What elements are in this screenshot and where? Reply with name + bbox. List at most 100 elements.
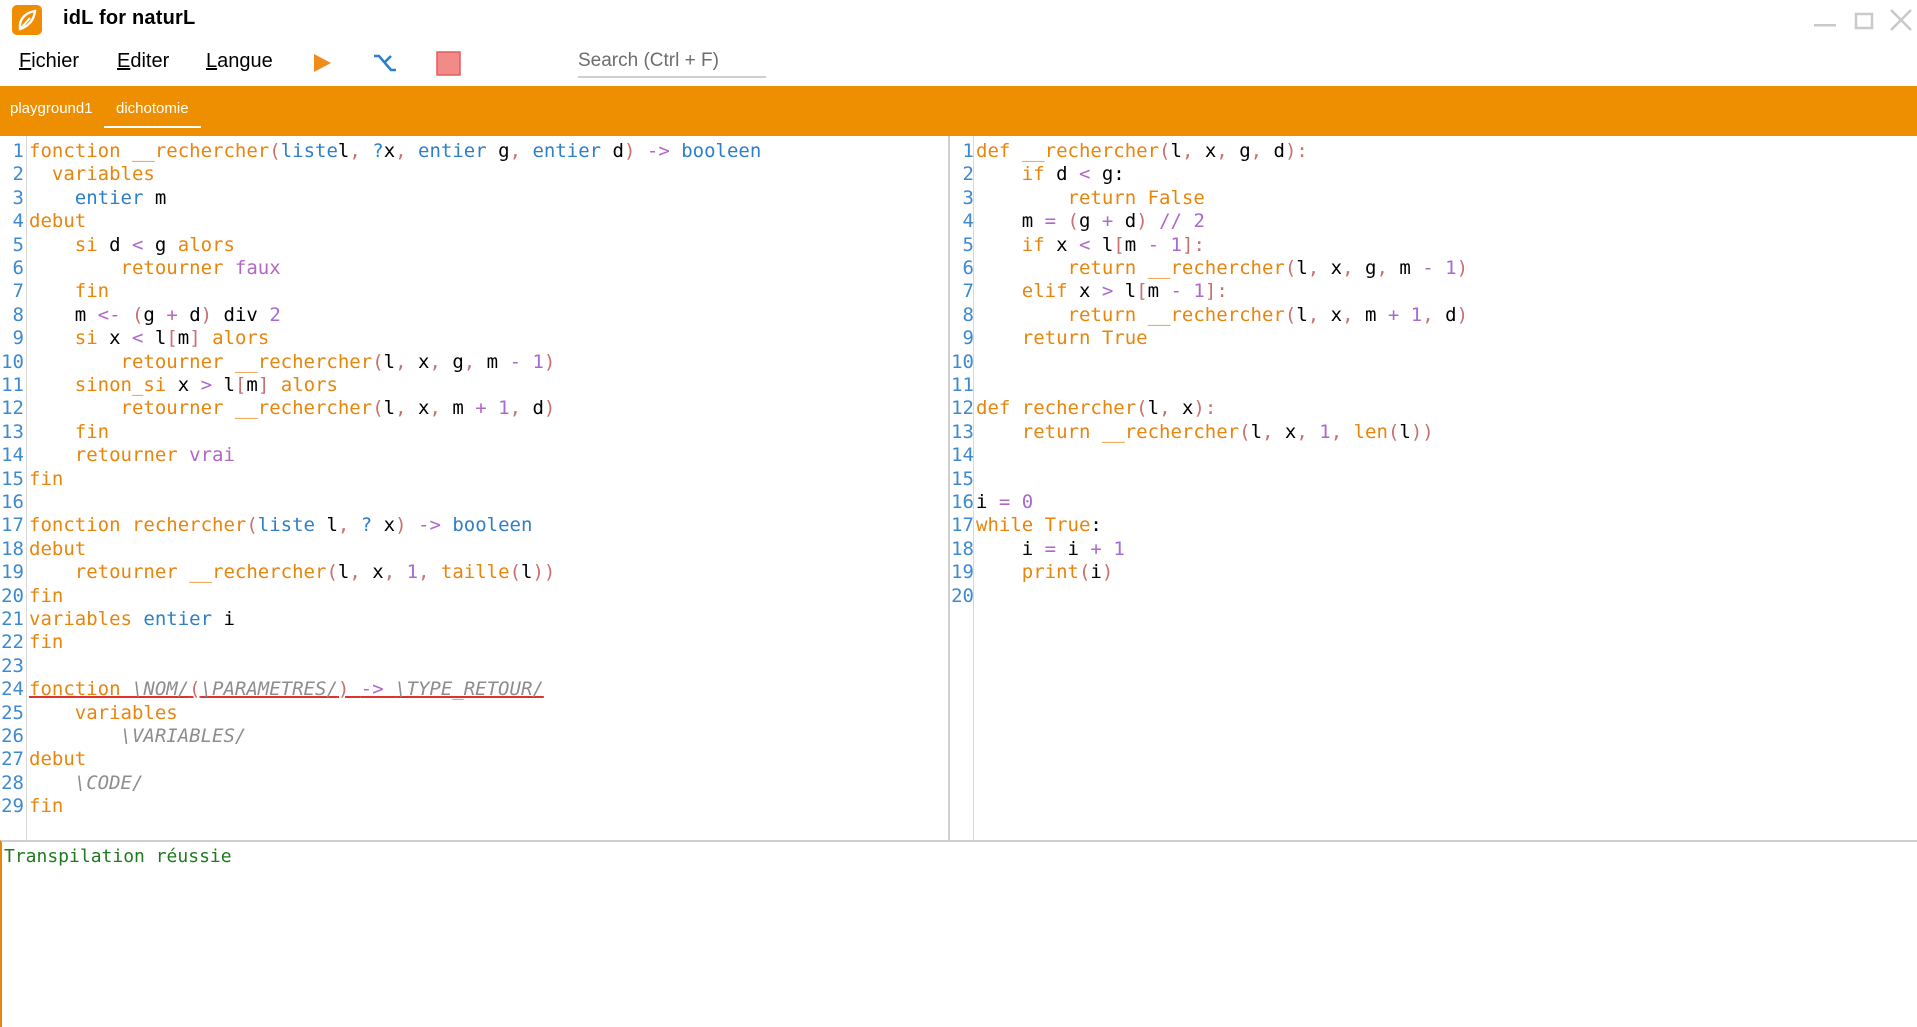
search-input[interactable] (578, 46, 766, 78)
code-token: l (383, 397, 396, 420)
line-number: 15 (951, 467, 974, 490)
code-token: < (1078, 233, 1102, 256)
line-number: 10 (1, 350, 24, 373)
menu-editer-mnemonic: E (117, 50, 131, 72)
code-token: , (1330, 420, 1354, 443)
menu-fichier-label: ichier (31, 50, 80, 72)
code-token: def (976, 397, 1022, 420)
code-token: ) (395, 514, 419, 537)
output-console[interactable]: Transpilation réussie (0, 840, 1917, 1027)
naturl-editor[interactable]: 1 fonction __rechercher(listel, ?x, entie… (0, 136, 950, 840)
code-token: 1 (498, 397, 510, 420)
minimize-button[interactable] (1805, 4, 1841, 40)
code-token: return (976, 303, 1148, 326)
code-token: , (429, 397, 453, 420)
code-token: x (1330, 257, 1343, 279)
code-token: elif (976, 280, 1079, 303)
code-token: l (223, 374, 235, 396)
line-number: 6 (962, 257, 974, 279)
code-token: True (1044, 514, 1091, 537)
line-number: 14 (1, 444, 24, 467)
stop-button[interactable] (433, 48, 463, 78)
code-token: alors (280, 374, 338, 396)
menu-fichier-mnemonic: F (19, 50, 32, 72)
code-token: l (383, 350, 396, 373)
line-number: 12 (951, 397, 974, 420)
line-number: 23 (1, 654, 24, 677)
code-token: debut (29, 210, 87, 233)
code-token: , (349, 561, 373, 584)
code-token: return (976, 420, 1102, 443)
code-token: + (1090, 537, 1114, 560)
code-token: __rechercher (234, 350, 373, 373)
code-token: m (1124, 233, 1148, 256)
menu-langue[interactable]: Langue (206, 50, 273, 73)
code-token: len (1353, 420, 1388, 443)
code-token: rechercher (131, 514, 247, 537)
code-token: retourner (29, 397, 235, 420)
code-token: debut (29, 748, 87, 771)
code-text: return __rechercher(l, x, 1, len(l)) (976, 421, 1434, 444)
code-token: return (976, 327, 1102, 350)
code-text: retourner __rechercher(l, x, 1, taille(l… (29, 561, 556, 584)
tab-playground1[interactable]: playground1 (10, 100, 93, 128)
line-number: 27 (1, 748, 24, 771)
code-token: 1 (1445, 257, 1457, 279)
line-number: 5 (962, 233, 974, 256)
code-text: variables (29, 702, 178, 725)
code-token: entier (143, 608, 224, 630)
close-icon (1890, 9, 1912, 31)
line-number: 17 (1, 514, 24, 537)
code-token: x (1181, 397, 1194, 420)
close-button[interactable] (1882, 4, 1917, 40)
code-token: > (1101, 280, 1125, 303)
menu-editer[interactable]: Editer (117, 50, 169, 73)
code-text: fin (29, 585, 63, 608)
code-token: d (1124, 210, 1137, 233)
code-token: fonction (29, 140, 132, 162)
code-text: elif x > l[m - 1]: (976, 280, 1228, 303)
code-token: , (1307, 257, 1331, 279)
code-token: variables (29, 701, 178, 724)
menu-fichier[interactable]: Fichier (19, 50, 79, 73)
code-token: True (1101, 327, 1148, 350)
tab-dichotomie[interactable]: dichotomie (104, 100, 201, 128)
code-token: \VARIABLES/ (29, 725, 247, 747)
code-token: l (1250, 420, 1263, 443)
maximize-button[interactable] (1846, 4, 1882, 40)
code-token: x (1330, 303, 1343, 326)
code-token: ) (543, 397, 556, 420)
code-token: -> (418, 514, 453, 537)
code-token: , (395, 350, 418, 373)
line-number: 18 (1, 537, 24, 560)
code-token: , (395, 140, 419, 162)
line-number: 6 (12, 257, 24, 279)
code-token: g (154, 233, 178, 256)
code-token: , (1262, 420, 1285, 443)
code-text: return True (976, 327, 1148, 350)
python-editor[interactable]: 1 def __rechercher(l, x, g, d): 2 if d < g… (950, 136, 1917, 840)
line-number: 26 (1, 725, 24, 747)
code-token: retourner (29, 257, 235, 279)
code-token: < (131, 233, 155, 256)
line-number: 3 (962, 186, 974, 209)
code-token: ] (257, 374, 281, 396)
code-token: div (212, 303, 270, 326)
code-text: m <- (g + d) div 2 (29, 304, 281, 327)
code-token: liste (280, 140, 338, 162)
code-token: , (509, 397, 533, 420)
code-text: return __rechercher(l, x, g, m - 1) (976, 257, 1469, 280)
transpile-button[interactable] (370, 48, 400, 78)
line-number: 8 (12, 303, 24, 326)
code-token: retourner (29, 561, 190, 584)
line-number: 9 (12, 327, 24, 350)
line-number: 13 (951, 420, 974, 443)
code-token: )) (1410, 420, 1434, 443)
line-number: 2 (962, 163, 974, 186)
code-token: fonction (29, 514, 132, 537)
run-button[interactable] (307, 48, 337, 78)
code-token: \PARAMETRES/ (200, 678, 338, 701)
code-token: return (976, 257, 1148, 279)
code-text: si d < g alors (29, 234, 235, 257)
app-logo-icon (12, 5, 42, 35)
